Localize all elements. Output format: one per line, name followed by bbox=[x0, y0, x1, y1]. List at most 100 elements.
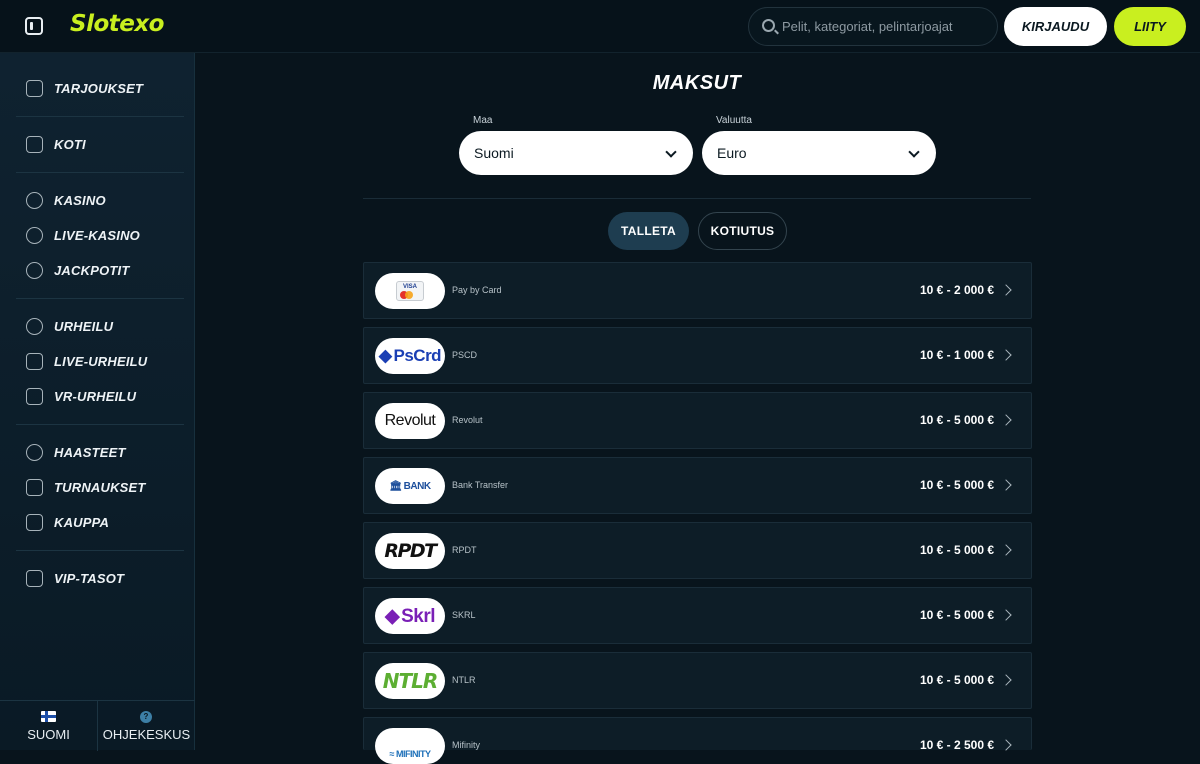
sidebar-item-label: KASINO bbox=[54, 192, 106, 208]
payment-method-name: PSCD bbox=[452, 350, 478, 360]
country-value: Suomi bbox=[474, 145, 514, 161]
sidebar-item-jackpots[interactable]: JACKPOTIT bbox=[16, 255, 184, 285]
payment-method-row[interactable]: NTLR NTLR 10 € - 5 000 € bbox=[363, 652, 1032, 709]
sidebar-divider bbox=[16, 298, 184, 299]
section-divider bbox=[363, 198, 1031, 199]
sidebar-divider bbox=[16, 116, 184, 117]
payment-method-name: Bank Transfer bbox=[452, 480, 509, 490]
help-icon: ? bbox=[140, 711, 152, 723]
home-icon bbox=[26, 136, 43, 153]
sidebar-item-label: VIP-TASOT bbox=[54, 570, 125, 586]
sidebar-item-vip-levels[interactable]: VIP-TASOT bbox=[16, 563, 184, 593]
sidebar-item-label: TURNAUKSET bbox=[54, 479, 146, 495]
currency-select[interactable]: Euro bbox=[702, 131, 936, 175]
revolut-logo: Revolut bbox=[375, 403, 445, 439]
payment-method-row[interactable]: 🏛 BANK Bank Transfer 10 € - 5 000 € bbox=[363, 457, 1032, 514]
help-center-label: OHJEKESKUS bbox=[102, 727, 191, 742]
gamepad-icon bbox=[26, 388, 43, 405]
currency-label: Valuutta bbox=[716, 115, 752, 126]
payment-method-row[interactable]: ◆ Skrl SKRL 10 € - 5 000 € bbox=[363, 587, 1032, 644]
sidebar-item-offers[interactable]: TARJOUKSET bbox=[16, 73, 184, 103]
sidebar-item-live-casino[interactable]: LIVE-KASINO bbox=[16, 220, 184, 250]
seven-icon bbox=[26, 262, 43, 279]
sidebar-item-label: KOTI bbox=[54, 136, 86, 152]
chevron-right-icon bbox=[1000, 479, 1012, 491]
login-button[interactable]: KIRJAUDU bbox=[1004, 7, 1107, 46]
sidebar-item-label: TARJOUKSET bbox=[54, 80, 144, 96]
sidebar-item-live-sports[interactable]: LIVE-URHEILU bbox=[16, 346, 184, 376]
sidebar-item-label: HAASTEET bbox=[54, 444, 126, 460]
payment-limit: 10 € - 5 000 € bbox=[919, 608, 994, 622]
sidebar-item-label: JACKPOTIT bbox=[54, 262, 130, 278]
skrl-logo: ◆ Skrl bbox=[375, 598, 445, 634]
chevron-right-icon bbox=[1000, 284, 1012, 296]
payment-method-name: RPDT bbox=[452, 545, 477, 555]
sidebar-toggle-icon[interactable] bbox=[25, 17, 43, 35]
play-screen-icon bbox=[26, 353, 43, 370]
diamond-icon bbox=[26, 570, 43, 587]
roulette-icon bbox=[26, 192, 43, 209]
payment-limit: 10 € - 5 000 € bbox=[919, 673, 994, 687]
search-input[interactable] bbox=[782, 8, 992, 45]
trophy-icon bbox=[26, 479, 43, 496]
payment-method-name: SKRL bbox=[452, 610, 476, 620]
sidebar-divider bbox=[16, 550, 184, 551]
payment-method-row[interactable]: RPDT RPDT 10 € - 5 000 € bbox=[363, 522, 1032, 579]
card-logo: VISA bbox=[375, 273, 445, 309]
rpdt-logo: RPDT bbox=[375, 533, 445, 569]
football-icon bbox=[26, 318, 43, 335]
sidebar-item-vr-sports[interactable]: VR-URHEILU bbox=[16, 381, 184, 411]
language-label: SUOMI bbox=[27, 727, 70, 742]
tab-withdrawal[interactable]: KOTIUTUS bbox=[698, 212, 787, 250]
chevron-down-icon bbox=[665, 146, 677, 158]
search-box[interactable] bbox=[748, 7, 998, 46]
payment-method-name: Revolut bbox=[452, 415, 483, 425]
sidebar-item-shop[interactable]: KAUPPA bbox=[16, 507, 184, 537]
payment-limit: 10 € - 2 000 € bbox=[919, 283, 994, 297]
chevron-down-icon bbox=[908, 146, 920, 158]
sidebar-divider bbox=[16, 424, 184, 425]
tab-deposit[interactable]: TALLETA bbox=[608, 212, 689, 250]
sidebar-item-label: URHEILU bbox=[54, 318, 114, 334]
lightbulb-icon bbox=[26, 444, 43, 461]
ntlr-logo: NTLR bbox=[375, 663, 445, 699]
search-icon bbox=[762, 19, 775, 32]
chevron-right-icon bbox=[1000, 739, 1012, 751]
sidebar-item-home[interactable]: KOTI bbox=[16, 129, 184, 159]
currency-value: Euro bbox=[717, 145, 747, 161]
page-title: MAKSUT bbox=[652, 72, 742, 94]
site-logo[interactable]: Slotexo bbox=[70, 11, 164, 37]
payment-method-row[interactable]: ≈ MIFINITY Mifinity 10 € - 2 500 € bbox=[363, 717, 1032, 764]
payment-limit: 10 € - 5 000 € bbox=[919, 413, 994, 427]
chevron-right-icon bbox=[1000, 544, 1012, 556]
payment-method-name: Pay by Card bbox=[452, 285, 502, 295]
chevron-right-icon bbox=[1000, 414, 1012, 426]
payment-limit: 10 € - 5 000 € bbox=[919, 478, 994, 492]
chevron-right-icon bbox=[1000, 674, 1012, 686]
join-button[interactable]: LIITY bbox=[1114, 7, 1186, 46]
sidebar-item-casino[interactable]: KASINO bbox=[16, 185, 184, 215]
payment-method-row[interactable]: ◆ PsCrd PSCD 10 € - 1 000 € bbox=[363, 327, 1032, 384]
payment-method-name: Mifinity bbox=[452, 740, 481, 750]
sidebar-item-tournaments[interactable]: TURNAUKSET bbox=[16, 472, 184, 502]
sidebar-item-sports[interactable]: URHEILU bbox=[16, 311, 184, 341]
spade-icon bbox=[26, 227, 43, 244]
country-select[interactable]: Suomi bbox=[459, 131, 693, 175]
language-button[interactable]: SUOMI bbox=[0, 701, 97, 751]
sidebar-item-label: LIVE-URHEILU bbox=[54, 353, 148, 369]
payment-method-name: NTLR bbox=[452, 675, 476, 685]
sidebar-item-label: KAUPPA bbox=[54, 514, 110, 530]
shop-icon bbox=[26, 514, 43, 531]
gift-store-icon bbox=[26, 80, 43, 97]
payment-limit: 10 € - 5 000 € bbox=[919, 543, 994, 557]
sidebar-item-challenges[interactable]: HAASTEET bbox=[16, 437, 184, 467]
pscrd-logo: ◆ PsCrd bbox=[375, 338, 445, 374]
sidebar: TARJOUKSET KOTI KASINO LIVE-KASINO JACKP… bbox=[0, 53, 195, 751]
payment-method-row[interactable]: Revolut Revolut 10 € - 5 000 € bbox=[363, 392, 1032, 449]
top-bar: Slotexo KIRJAUDU LIITY bbox=[0, 0, 1200, 53]
help-center-button[interactable]: ? OHJEKESKUS bbox=[98, 701, 195, 751]
payment-method-row[interactable]: VISA Pay by Card 10 € - 2 000 € bbox=[363, 262, 1032, 319]
sidebar-item-label: LIVE-KASINO bbox=[54, 227, 140, 243]
chevron-right-icon bbox=[1000, 609, 1012, 621]
country-label: Maa bbox=[473, 115, 493, 126]
